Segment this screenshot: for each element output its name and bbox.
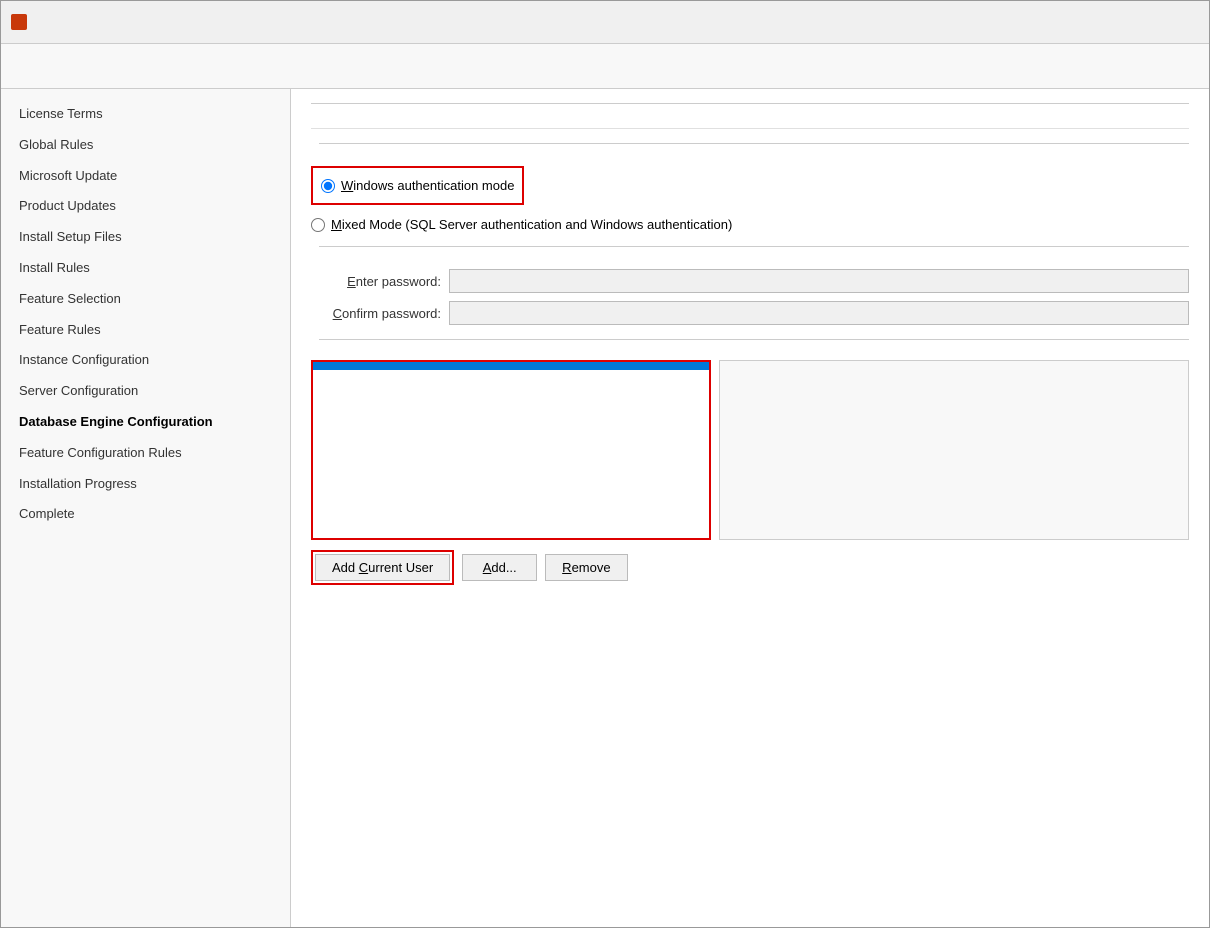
confirm-password-input[interactable] bbox=[449, 301, 1189, 325]
admins-label bbox=[311, 339, 1189, 354]
admin-user-item[interactable] bbox=[313, 362, 709, 370]
windows-auth-box: Windows authentication mode bbox=[311, 166, 524, 205]
admins-info-box bbox=[719, 360, 1189, 540]
minimize-button[interactable] bbox=[1057, 7, 1103, 37]
auth-mode-label-text bbox=[311, 136, 319, 150]
password-section: Enter password: Confirm password: bbox=[311, 246, 1189, 325]
add-current-user-box: Add Current User bbox=[311, 550, 454, 585]
header-section bbox=[1, 44, 1209, 89]
windows-auth-label[interactable]: Windows authentication mode bbox=[341, 178, 514, 193]
admins-section: Add Current User Add... Remove bbox=[311, 339, 1189, 585]
admins-grid bbox=[311, 360, 1189, 540]
title-bar-controls bbox=[1057, 7, 1199, 37]
confirm-password-row: Confirm password: bbox=[311, 301, 1189, 325]
sidebar-item-install-setup-files[interactable]: Install Setup Files bbox=[1, 222, 290, 253]
mixed-mode-row: Mixed Mode (SQL Server authentication an… bbox=[311, 217, 1189, 232]
enter-password-row: Enter password: bbox=[311, 269, 1189, 293]
add-button[interactable]: Add... bbox=[462, 554, 537, 581]
title-bar bbox=[1, 1, 1209, 44]
tab-bar bbox=[311, 103, 1189, 104]
enter-password-input[interactable] bbox=[449, 269, 1189, 293]
content-area: Windows authentication mode Mixed Mode (… bbox=[291, 89, 1209, 927]
sidebar-item-feature-rules[interactable]: Feature Rules bbox=[1, 315, 290, 346]
main-window: License TermsGlobal RulesMicrosoft Updat… bbox=[0, 0, 1210, 928]
sidebar-item-install-rules[interactable]: Install Rules bbox=[1, 253, 290, 284]
auth-mode-section: Windows authentication mode Mixed Mode (… bbox=[311, 143, 1189, 232]
windows-auth-row: Windows authentication mode bbox=[321, 178, 514, 193]
admins-label-text bbox=[311, 331, 319, 345]
maximize-button[interactable] bbox=[1105, 7, 1151, 37]
sidebar-item-feature-configuration-rules[interactable]: Feature Configuration Rules bbox=[1, 438, 290, 469]
sidebar-item-database-engine-configuration[interactable]: Database Engine Configuration bbox=[1, 407, 290, 438]
section-description bbox=[311, 118, 1189, 129]
admins-list-box[interactable] bbox=[311, 360, 711, 540]
confirm-password-label: Confirm password: bbox=[311, 306, 441, 321]
add-current-user-button[interactable]: Add Current User bbox=[315, 554, 450, 581]
password-section-label-text bbox=[311, 238, 319, 252]
sidebar-item-microsoft-update[interactable]: Microsoft Update bbox=[1, 161, 290, 192]
sidebar-item-license-terms[interactable]: License Terms bbox=[1, 99, 290, 130]
windows-auth-radio[interactable] bbox=[321, 179, 335, 193]
sidebar-item-global-rules[interactable]: Global Rules bbox=[1, 130, 290, 161]
sidebar-item-installation-progress[interactable]: Installation Progress bbox=[1, 469, 290, 500]
sidebar-item-product-updates[interactable]: Product Updates bbox=[1, 191, 290, 222]
close-button[interactable] bbox=[1153, 7, 1199, 37]
sidebar-item-server-configuration[interactable]: Server Configuration bbox=[1, 376, 290, 407]
mixed-mode-label[interactable]: Mixed Mode (SQL Server authentication an… bbox=[331, 217, 732, 232]
app-icon bbox=[11, 14, 27, 30]
title-bar-left bbox=[11, 14, 35, 30]
password-section-label bbox=[311, 246, 1189, 261]
enter-password-label: Enter password: bbox=[311, 274, 441, 289]
sidebar-item-instance-configuration[interactable]: Instance Configuration bbox=[1, 345, 290, 376]
sidebar: License TermsGlobal RulesMicrosoft Updat… bbox=[1, 89, 291, 927]
sidebar-item-complete[interactable]: Complete bbox=[1, 499, 290, 530]
mixed-mode-radio[interactable] bbox=[311, 218, 325, 232]
sidebar-item-feature-selection[interactable]: Feature Selection bbox=[1, 284, 290, 315]
buttons-row: Add Current User Add... Remove bbox=[311, 550, 1189, 585]
remove-button[interactable]: Remove bbox=[545, 554, 627, 581]
auth-mode-label bbox=[311, 143, 1189, 158]
main-content: License TermsGlobal RulesMicrosoft Updat… bbox=[1, 89, 1209, 927]
